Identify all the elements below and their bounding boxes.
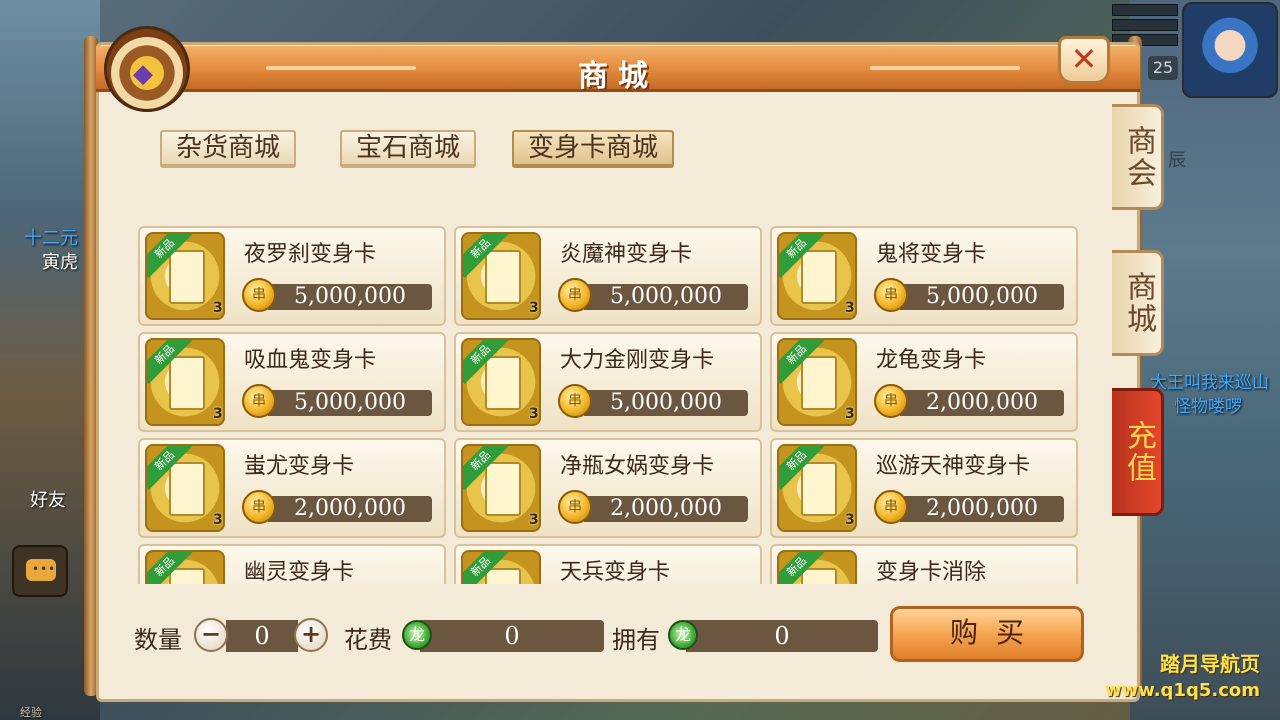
item-count: 3: [213, 300, 223, 316]
transform-card-icon: 新品: [145, 550, 225, 584]
page-title: 商城: [578, 59, 658, 94]
item-count: 3: [845, 512, 855, 528]
background-npc-speech: 大王叫我来巡山: [1150, 373, 1269, 393]
transform-card-icon: 新品 3: [777, 444, 857, 532]
friends-label[interactable]: 好友: [30, 486, 66, 512]
quantity-label: 数量: [134, 626, 182, 654]
close-button[interactable]: ✕: [1058, 36, 1110, 84]
coin-icon: 串: [874, 490, 908, 524]
item-count: 3: [845, 300, 855, 316]
buy-button[interactable]: 购买: [890, 606, 1084, 662]
quantity-plus-button[interactable]: +: [294, 618, 328, 652]
quantity-value: 0: [226, 620, 298, 652]
item-count: 3: [529, 512, 539, 528]
item-name: 吸血鬼变身卡: [244, 348, 377, 373]
item-price: 5,000,000: [268, 284, 432, 310]
item-name: 大力金刚变身卡: [560, 348, 715, 373]
item-card[interactable]: 新品 3 吸血鬼变身卡 串 5,000,000: [138, 332, 446, 432]
exp-label: 经验: [20, 706, 42, 719]
watermark-title: 踏月导航页: [1160, 652, 1260, 676]
transform-card-icon: 新品: [777, 550, 857, 584]
item-price: 5,000,000: [900, 284, 1064, 310]
shop-title-bar: 商城: [96, 46, 1140, 94]
treasure-chest-icon: ◆: [104, 26, 190, 112]
item-name: 变身卡消除: [876, 560, 987, 584]
chat-button[interactable]: •••: [12, 545, 68, 597]
item-card[interactable]: 新品 3 炎魔神变身卡 串 5,000,000: [454, 226, 762, 326]
item-name: 鬼将变身卡: [876, 242, 987, 267]
coin-icon: 串: [558, 490, 592, 524]
transform-card-icon: 新品 3: [777, 232, 857, 320]
background-npc-title: 寅虎: [42, 252, 78, 273]
player-level-badge: 25: [1148, 56, 1178, 80]
player-avatar[interactable]: [1182, 2, 1278, 98]
item-name: 净瓶女娲变身卡: [560, 454, 715, 479]
item-price: 5,000,000: [584, 390, 748, 416]
item-card[interactable]: 新品 天兵变身卡: [454, 544, 762, 584]
item-name: 蚩尤变身卡: [244, 454, 355, 479]
item-card[interactable]: 新品 3 龙龟变身卡 串 2,000,000: [770, 332, 1078, 432]
item-name: 夜罗刹变身卡: [244, 242, 377, 267]
item-count: 3: [845, 406, 855, 422]
tab-gem-store[interactable]: 宝石商城: [340, 130, 477, 168]
item-count: 3: [213, 406, 223, 422]
item-price: 5,000,000: [268, 390, 432, 416]
item-card[interactable]: 新品 3 夜罗刹变身卡 串 5,000,000: [138, 226, 446, 326]
coin-icon: 串: [558, 384, 592, 418]
transform-card-icon: 新品 3: [461, 232, 541, 320]
transform-card-icon: 新品 3: [145, 338, 225, 426]
coin-icon: 串: [242, 490, 276, 524]
item-card[interactable]: 新品 3 蚩尤变身卡 串 2,000,000: [138, 438, 446, 538]
item-price: 2,000,000: [584, 496, 748, 522]
tab-general-store[interactable]: 杂货商城: [160, 130, 297, 168]
background-right-label: 辰: [1168, 150, 1186, 171]
dragon-currency-icon: 龙: [668, 620, 698, 650]
cost-label: 花费: [344, 626, 392, 654]
dragon-currency-icon: 龙: [402, 620, 432, 650]
background-monster-name: 怪物喽啰: [1174, 397, 1242, 417]
transform-card-icon: 新品: [461, 550, 541, 584]
item-name: 炎魔神变身卡: [560, 242, 693, 267]
item-card[interactable]: 新品 幽灵变身卡: [138, 544, 446, 584]
gem-icon: ◆: [133, 59, 153, 89]
transform-card-icon: 新品 3: [145, 444, 225, 532]
owned-label: 拥有: [612, 626, 660, 654]
item-name: 巡游天神变身卡: [876, 454, 1031, 479]
item-card[interactable]: 新品 3 鬼将变身卡 串 5,000,000: [770, 226, 1078, 326]
transform-card-icon: 新品 3: [461, 444, 541, 532]
item-price: 5,000,000: [584, 284, 748, 310]
quantity-minus-button[interactable]: −: [194, 618, 228, 652]
coin-icon: 串: [242, 278, 276, 312]
side-tab-shop[interactable]: 商城: [1112, 250, 1164, 356]
item-name: 天兵变身卡: [560, 560, 671, 584]
item-card[interactable]: 新品 3 巡游天神变身卡 串 2,000,000: [770, 438, 1078, 538]
item-price: 2,000,000: [900, 390, 1064, 416]
coin-icon: 串: [874, 384, 908, 418]
item-price: 2,000,000: [900, 496, 1064, 522]
item-price: 2,000,000: [268, 496, 432, 522]
item-card[interactable]: 新品 3 净瓶女娲变身卡 串 2,000,000: [454, 438, 762, 538]
background-npc-name: 十二元: [24, 228, 78, 249]
side-tab-guild-shop[interactable]: 商会: [1112, 104, 1164, 210]
owned-value: 0: [686, 620, 878, 652]
transform-card-icon: 新品 3: [145, 232, 225, 320]
item-count: 3: [529, 406, 539, 422]
coin-icon: 串: [874, 278, 908, 312]
chat-bubble-icon: •••: [26, 559, 56, 581]
coin-icon: 串: [558, 278, 592, 312]
cost-value: 0: [420, 620, 604, 652]
transform-card-icon: 新品 3: [461, 338, 541, 426]
item-name: 龙龟变身卡: [876, 348, 987, 373]
item-count: 3: [213, 512, 223, 528]
side-tab-recharge[interactable]: 充值: [1112, 388, 1164, 516]
coin-icon: 串: [242, 384, 276, 418]
tab-transform-card-store[interactable]: 变身卡商城: [512, 130, 675, 168]
watermark-url: www.q1q5.com: [1104, 680, 1260, 701]
transform-card-icon: 新品 3: [777, 338, 857, 426]
item-card[interactable]: 新品 3 大力金刚变身卡 串 5,000,000: [454, 332, 762, 432]
item-name: 幽灵变身卡: [244, 560, 355, 584]
item-grid: 新品 3 夜罗刹变身卡 串 5,000,000 新品 3 炎魔神变身卡 串 5,00…: [138, 224, 1080, 584]
item-count: 3: [529, 300, 539, 316]
item-card[interactable]: 新品 变身卡消除: [770, 544, 1078, 584]
